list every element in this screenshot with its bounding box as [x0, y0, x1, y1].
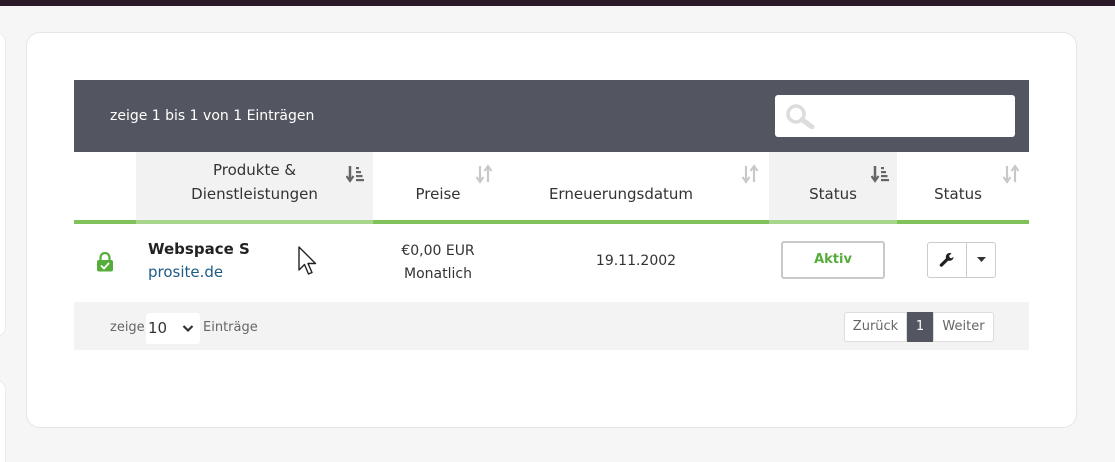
sort-alpha-desc-icon [346, 166, 364, 183]
search-icon [786, 104, 815, 129]
page-size-select[interactable]: 10 [146, 313, 200, 344]
table-footer: zeige 10 Einträge Zurück 1 Weiter [74, 302, 1029, 350]
sort-alpha-desc-icon [871, 166, 889, 183]
product-domain-link[interactable]: prosite.de [148, 263, 223, 281]
actions-dropdown-toggle[interactable] [967, 243, 995, 277]
column-header-label: Produkte & Dienstleistungen [191, 161, 318, 203]
pagination: Zurück 1 Weiter [844, 312, 994, 342]
renewal-date: 19.11.2002 [595, 253, 677, 269]
caret-down-icon [976, 257, 986, 262]
search-box[interactable] [775, 95, 1015, 137]
sort-icon [1002, 164, 1020, 184]
table-row[interactable]: Webspace S prosite.de €0,00 EUR Monatlic… [74, 224, 1029, 302]
column-header-prices[interactable]: Preise [373, 152, 503, 220]
sort-icon [475, 164, 493, 184]
table-info: zeige 1 bis 1 von 1 Einträgen [110, 108, 315, 124]
column-header-icon [74, 152, 136, 220]
wrench-icon [939, 253, 954, 267]
table-header: Produkte & Dienstleistungen Preise Erneu… [74, 152, 1029, 224]
actions-button-group[interactable] [927, 242, 996, 278]
pagination-next-button[interactable]: Weiter [933, 312, 994, 342]
column-header-label: Preise [415, 185, 461, 203]
search-input[interactable] [821, 101, 1007, 131]
sidebar-card [0, 380, 6, 462]
top-bar [0, 0, 1115, 6]
column-header-status[interactable]: Status [769, 152, 897, 220]
entries-label: Einträge [203, 320, 258, 335]
price-cell: €0,00 EUR Monatlich [373, 240, 503, 286]
show-label: zeige [110, 320, 145, 335]
product-name: Webspace S [148, 240, 250, 258]
sort-icon [741, 164, 759, 184]
price-amount: €0,00 EUR [401, 243, 475, 259]
manage-button[interactable] [928, 243, 967, 277]
sidebar-card [0, 32, 6, 337]
column-header-label: Status [809, 185, 857, 203]
pagination-prev-button[interactable]: Zurück [844, 312, 907, 342]
chevron-down-icon [182, 325, 194, 333]
billing-cycle: Monatlich [404, 266, 472, 282]
column-header-label: Erneuerungsdatum [548, 185, 694, 203]
column-header-renewal[interactable]: Erneuerungsdatum [503, 152, 769, 220]
table-toolbar: zeige 1 bis 1 von 1 Einträgen [74, 80, 1029, 152]
mouse-cursor-icon [298, 246, 317, 275]
pagination-page-button[interactable]: 1 [907, 312, 933, 342]
lock-icon [97, 252, 113, 272]
column-header-label: Status [934, 185, 982, 203]
column-header-products[interactable]: Produkte & Dienstleistungen [136, 152, 373, 220]
column-header-status-actions[interactable]: Status [897, 152, 1029, 220]
status-badge[interactable]: Aktiv [781, 241, 885, 279]
page-size-value: 10 [148, 319, 168, 337]
